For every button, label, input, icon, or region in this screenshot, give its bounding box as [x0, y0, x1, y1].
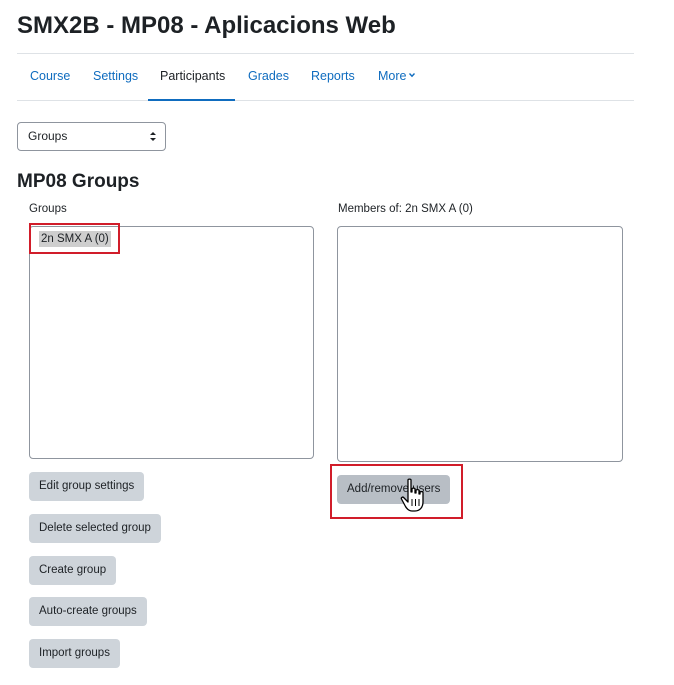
- page: SMX2B - MP08 - Aplicacions Web Course Se…: [0, 0, 674, 685]
- groups-listbox[interactable]: 2n SMX A (0): [29, 226, 314, 459]
- edit-group-settings-button[interactable]: Edit group settings: [29, 472, 145, 501]
- section-heading: MP08 Groups: [17, 171, 140, 192]
- tab-course[interactable]: Course: [30, 54, 70, 101]
- secondary-navigation: Course Settings Participants Grades Repo…: [17, 54, 634, 101]
- sort-arrows-icon: [150, 132, 156, 141]
- tab-grades[interactable]: Grades: [248, 54, 289, 101]
- groups-select-value: Groups: [28, 129, 68, 143]
- tab-settings[interactable]: Settings: [93, 54, 138, 101]
- add-remove-users-button[interactable]: Add/remove users: [337, 475, 451, 504]
- members-listbox[interactable]: [337, 226, 623, 462]
- members-list-label: Members of: 2n SMX A (0): [338, 203, 473, 215]
- tab-participants[interactable]: Participants: [148, 54, 235, 101]
- groups-list-label: Groups: [29, 203, 67, 215]
- chevron-down-icon: [409, 73, 416, 78]
- page-title: SMX2B - MP08 - Aplicacions Web: [17, 12, 396, 39]
- import-groups-button[interactable]: Import groups: [29, 639, 120, 668]
- tab-more[interactable]: More: [378, 54, 416, 101]
- create-group-button[interactable]: Create group: [29, 556, 117, 585]
- tab-more-label: More: [378, 69, 407, 83]
- tab-reports[interactable]: Reports: [311, 54, 355, 101]
- group-option-selected[interactable]: 2n SMX A (0): [39, 231, 111, 247]
- auto-create-groups-button[interactable]: Auto-create groups: [29, 597, 147, 626]
- groups-select[interactable]: Groups: [17, 122, 166, 151]
- delete-selected-group-button[interactable]: Delete selected group: [29, 514, 161, 543]
